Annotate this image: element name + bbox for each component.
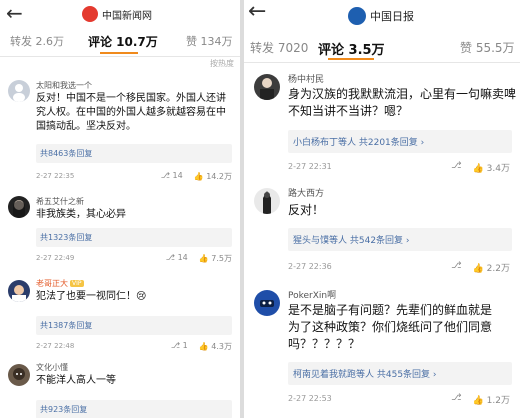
comment-time: 2-27 22:35 <box>36 172 75 180</box>
list-item: 杨中村民 身为汉族的我默默流泪，心里有一句嘛卖啤 不知当讲不当讲？嗯？ 小白杨布… <box>244 66 520 180</box>
reply-icon[interactable]: ⎇ 1 <box>171 341 188 352</box>
divider <box>0 56 240 57</box>
comment-time: 2-27 22:31 <box>288 162 332 171</box>
list-item: 文化小懂 不能洋人高人一等 共923条回复 <box>0 360 240 418</box>
comment-actions: ⎇ 👍 2.2万 <box>451 261 510 274</box>
comment-text: 不能洋人高人一等 <box>36 375 116 386</box>
avatar[interactable] <box>8 196 30 218</box>
right-tabs: 转发 7020 评论 3.5万 赞 55.5万 <box>244 36 520 60</box>
comment-text: 非我族类，其心必异 <box>36 209 126 220</box>
avatar[interactable] <box>8 364 30 386</box>
avatar[interactable] <box>254 74 280 100</box>
like-icon[interactable]: 👍 2.2万 <box>473 261 510 274</box>
tab-comment[interactable]: 评论 3.5万 <box>318 39 385 58</box>
like-icon[interactable]: 👍 14.2万 <box>194 171 232 182</box>
tab-like[interactable]: 赞 55.5万 <box>460 39 515 56</box>
replies-link[interactable]: 共1323条回复 <box>36 228 232 247</box>
comment-time: 2-27 22:53 <box>288 394 332 403</box>
left-screenshot-panel: ← 中国新闻网 转发 2.6万 评论 10.7万 赞 134万 按热度 太阳和我… <box>0 0 240 418</box>
avatar[interactable] <box>8 80 30 102</box>
tab-repost[interactable]: 转发 2.6万 <box>10 33 64 49</box>
left-header: ← 中国新闻网 <box>0 0 240 28</box>
tab-underline <box>100 52 138 54</box>
avatar[interactable] <box>254 188 280 214</box>
list-item: 太阳和我选一个 反对！中国不是一个移民国家。外国人还讲 究人权。在中国的外国人越… <box>0 74 240 192</box>
comment-time: 2-27 22:48 <box>36 342 75 350</box>
tab-repost[interactable]: 转发 7020 <box>250 39 308 56</box>
left-tabs: 转发 2.6万 评论 10.7万 赞 134万 <box>0 30 240 54</box>
replies-link[interactable]: 柯南见着我就跑等人 共455条回复 › <box>288 362 512 385</box>
comment-author[interactable]: 文化小懂 <box>36 362 68 373</box>
reply-icon[interactable]: ⎇ 14 <box>166 253 188 264</box>
replies-link[interactable]: 共8463条回复 <box>36 144 232 163</box>
right-header: ← 中国日报 <box>244 0 520 28</box>
reply-icon[interactable]: ⎇ 14 <box>161 171 183 182</box>
comment-text: 是不是脑子有问题？先辈们的鲜血就是 为了这种政策？你们烧纸问了他们同意 吗？？？… <box>288 303 493 351</box>
right-screenshot-panel: ← 中国日报 转发 7020 评论 3.5万 赞 55.5万 杨中村民 身为汉族… <box>244 0 520 418</box>
replies-link[interactable]: 共923条回复 <box>36 400 232 418</box>
comment-text: 反对！ <box>288 203 325 217</box>
comment-actions: ⎇ 1 👍 4.3万 <box>171 341 232 352</box>
right-source-name: 中国日报 <box>370 10 414 23</box>
comment-author[interactable]: 老哥正大 VIP <box>36 278 84 289</box>
comment-author[interactable]: 路大西方 <box>288 186 324 199</box>
comment-actions: ⎇ 👍 3.4万 <box>451 161 510 174</box>
left-source-name: 中国新闻网 <box>102 10 152 22</box>
replies-link[interactable]: 猩头与馍等人 共542条回复 › <box>288 228 512 251</box>
comment-actions: ⎇ 14 👍 7.5万 <box>166 253 232 264</box>
like-icon[interactable]: 👍 3.4万 <box>473 161 510 174</box>
left-source[interactable]: 中国新闻网 <box>82 6 152 22</box>
right-source[interactable]: 中国日报 <box>348 7 414 25</box>
vip-badge: VIP <box>70 280 84 287</box>
comment-text: 反对！中国不是一个移民国家。外国人还讲 究人权。在中国的外国人越多就越容易在中 … <box>36 93 226 132</box>
tab-comment[interactable]: 评论 10.7万 <box>88 33 158 50</box>
comment-author[interactable]: 太阳和我选一个 <box>36 80 92 91</box>
list-item: PokerXin啊 是不是脑子有问题？先辈们的鲜血就是 为了这种政策？你们烧纸问… <box>244 282 520 418</box>
tab-underline <box>328 58 374 60</box>
like-icon[interactable]: 👍 7.5万 <box>199 253 232 264</box>
list-item: 路大西方 反对！ 猩头与馍等人 共542条回复 › 2-27 22:36 ⎇ 👍… <box>244 180 520 280</box>
list-item: 老哥正大 VIP 犯法了也要一视同仁！😢 共1387条回复 2-27 22:48 … <box>0 274 240 360</box>
reply-icon[interactable]: ⎇ <box>451 161 461 174</box>
list-item: 希五艾什之新 非我族类，其心必异 共1323条回复 2-27 22:49 ⎇ 1… <box>0 192 240 272</box>
back-arrow-icon[interactable]: ← <box>6 2 23 24</box>
source-logo-icon <box>82 6 98 22</box>
comment-time: 2-27 22:36 <box>288 262 332 271</box>
source-logo-icon <box>348 7 366 25</box>
replies-link[interactable]: 共1387条回复 <box>36 316 232 335</box>
tab-like[interactable]: 赞 134万 <box>186 33 233 49</box>
comment-author[interactable]: 希五艾什之新 <box>36 196 84 207</box>
comment-time: 2-27 22:49 <box>36 254 75 262</box>
reply-icon[interactable]: ⎇ <box>451 393 461 406</box>
reply-icon[interactable]: ⎇ <box>451 261 461 274</box>
back-arrow-icon[interactable]: ← <box>248 1 266 23</box>
comment-author[interactable]: 杨中村民 <box>288 72 324 85</box>
avatar[interactable] <box>8 280 30 302</box>
like-icon[interactable]: 👍 4.3万 <box>199 341 232 352</box>
like-icon[interactable]: 👍 1.2万 <box>473 393 510 406</box>
sort-label[interactable]: 按热度 <box>210 58 234 69</box>
divider <box>244 62 520 63</box>
comment-text: 犯法了也要一视同仁！😢 <box>36 291 147 302</box>
replies-link[interactable]: 小白杨布丁等人 共2201条回复 › <box>288 130 512 153</box>
comment-text: 身为汉族的我默默流泪，心里有一句嘛卖啤 不知当讲不当讲？嗯？ <box>288 87 517 118</box>
avatar[interactable] <box>254 290 280 316</box>
comment-actions: ⎇ 👍 1.2万 <box>451 393 510 406</box>
comment-author[interactable]: PokerXin啊 <box>288 288 336 301</box>
comment-actions: ⎇ 14 👍 14.2万 <box>161 171 232 182</box>
